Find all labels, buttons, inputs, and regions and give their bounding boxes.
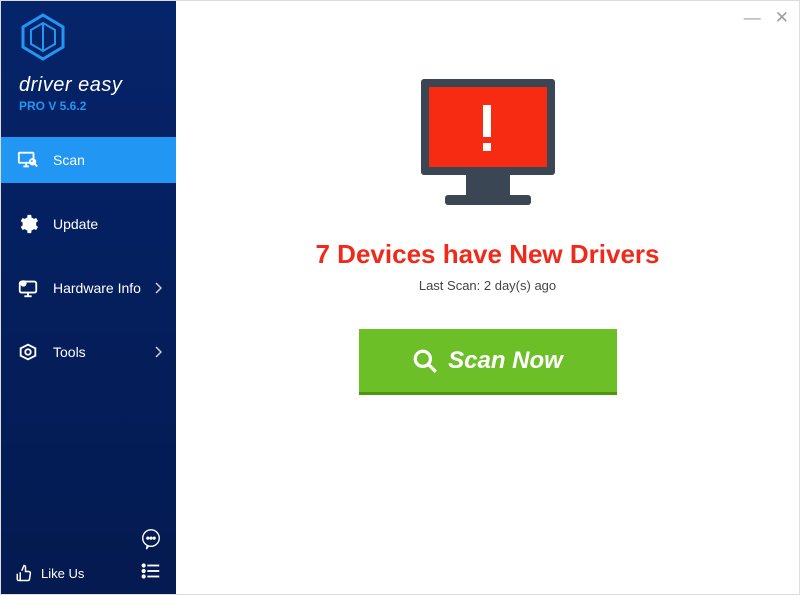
app-logo-icon [19, 13, 67, 61]
gear-icon [17, 213, 39, 235]
sidebar-item-update[interactable]: Update [1, 201, 176, 247]
app-window: — ✕ driver easy PRO V 5.6.2 Scan [0, 0, 800, 595]
search-icon [412, 348, 438, 374]
titlebar-controls: — ✕ [744, 9, 789, 26]
like-us-label: Like Us [41, 566, 84, 581]
last-scan-text: Last Scan: 2 day(s) ago [419, 278, 556, 293]
like-us-button[interactable]: Like Us [15, 564, 84, 582]
sidebar-item-label: Hardware Info [53, 280, 141, 296]
svg-text:i: i [23, 282, 24, 287]
sidebar-nav: Scan Update i Hardware Info [1, 137, 176, 393]
thumbs-up-icon [15, 564, 33, 582]
sidebar-bottom: Like Us [1, 554, 176, 594]
sidebar-item-label: Scan [53, 152, 85, 168]
chevron-right-icon [155, 282, 162, 294]
sidebar-item-hardware-info[interactable]: i Hardware Info [1, 265, 176, 311]
sidebar: driver easy PRO V 5.6.2 Scan Update [1, 1, 176, 594]
main-content: 7 Devices have New Drivers Last Scan: 2 … [176, 1, 799, 594]
chat-icon[interactable] [140, 528, 162, 550]
monitor-alert-icon [403, 71, 573, 221]
sidebar-item-label: Tools [53, 344, 86, 360]
brand-version: PRO V 5.6.2 [19, 99, 158, 113]
info-icon: i [17, 277, 39, 299]
brand: driver easy PRO V 5.6.2 [1, 1, 176, 127]
sidebar-item-tools[interactable]: Tools [1, 329, 176, 375]
tools-icon [17, 341, 39, 363]
chevron-right-icon [155, 346, 162, 358]
scan-now-label: Scan Now [448, 347, 563, 375]
sidebar-item-scan[interactable]: Scan [1, 137, 176, 183]
minimize-button[interactable]: — [744, 9, 761, 26]
monitor-search-icon [17, 149, 39, 171]
scan-now-button[interactable]: Scan Now [359, 329, 617, 395]
status-heading: 7 Devices have New Drivers [316, 239, 660, 270]
close-button[interactable]: ✕ [775, 9, 789, 26]
sidebar-item-label: Update [53, 216, 98, 232]
brand-name: driver easy [19, 74, 158, 97]
menu-icon[interactable] [140, 560, 162, 582]
